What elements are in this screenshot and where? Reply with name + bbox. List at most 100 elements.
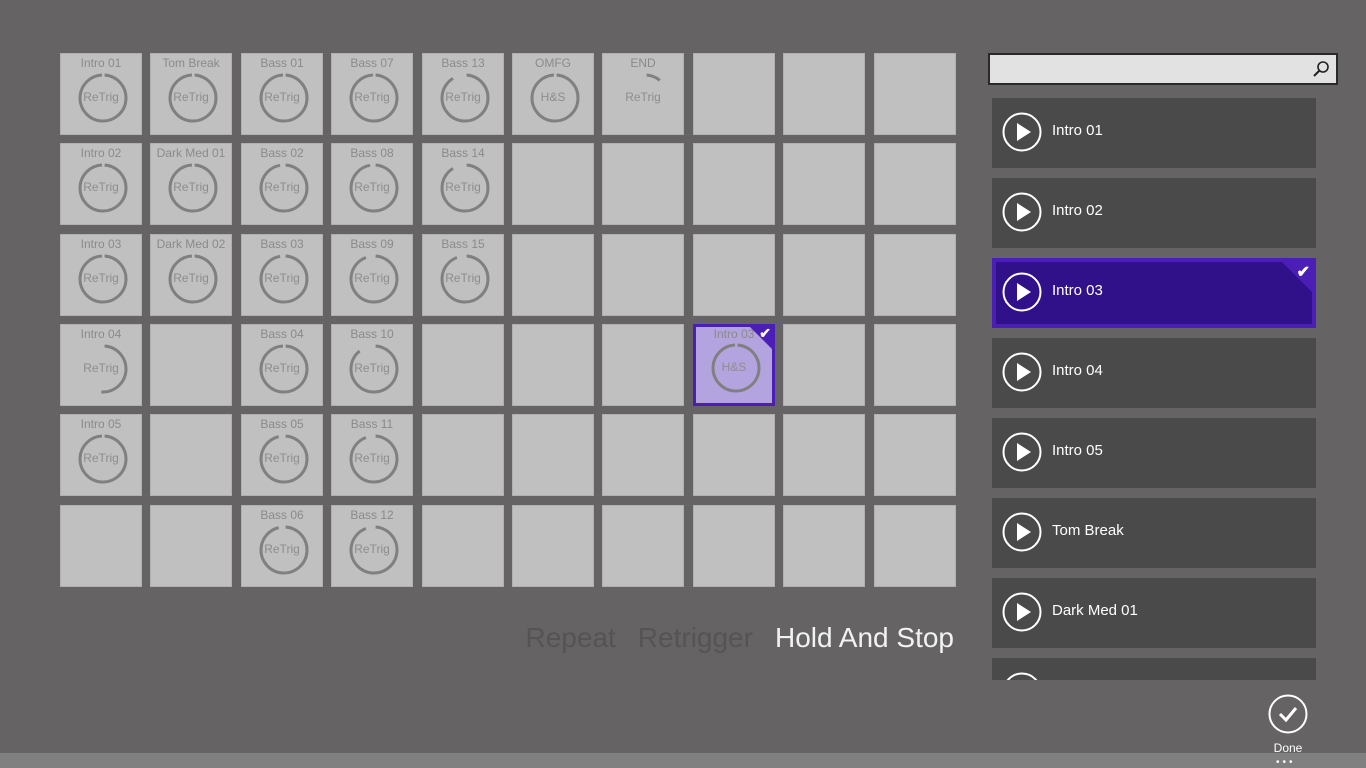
empty-pad[interactable]	[422, 414, 504, 496]
pad[interactable]: Intro 02 ReTrig	[60, 143, 142, 225]
sample-item[interactable]: Intro 04	[992, 338, 1316, 408]
sample-item[interactable]: Intro 02	[992, 178, 1316, 248]
empty-pad[interactable]	[874, 505, 956, 587]
pad-mode: ReTrig	[354, 90, 390, 104]
empty-pad[interactable]	[693, 505, 775, 587]
sample-item[interactable]: Dark Med 01	[992, 578, 1316, 648]
empty-pad[interactable]	[150, 414, 232, 496]
empty-pad[interactable]	[422, 505, 504, 587]
pad[interactable]: Bass 07 ReTrig	[331, 53, 413, 135]
pad[interactable]: Bass 13 ReTrig	[422, 53, 504, 135]
sample-item-selected[interactable]: Intro 03 ✔	[992, 258, 1316, 328]
sample-item[interactable]: Intro 05	[992, 418, 1316, 488]
search-icon[interactable]	[1312, 60, 1330, 78]
pad[interactable]: Intro 01 ReTrig	[60, 53, 142, 135]
empty-pad[interactable]	[874, 414, 956, 496]
pad-mode: ReTrig	[173, 271, 209, 285]
empty-pad[interactable]	[422, 324, 504, 406]
empty-pad[interactable]	[783, 414, 865, 496]
sample-list[interactable]: Intro 01 Intro 02 Intro 03 ✔ Intro 04 Intro 0…	[992, 98, 1316, 680]
pad-title: Intro 01	[80, 56, 122, 70]
sample-item[interactable]: Tom Break	[992, 498, 1316, 568]
search-box	[988, 53, 1338, 85]
empty-pad[interactable]	[874, 324, 956, 406]
pad[interactable]: Intro 03 ReTrig	[60, 234, 142, 316]
pad[interactable]: END ReTrig	[602, 53, 684, 135]
play-icon[interactable]	[1002, 432, 1042, 472]
pad[interactable]: Intro 05 ReTrig	[60, 414, 142, 496]
empty-pad[interactable]	[874, 143, 956, 225]
empty-pad[interactable]	[512, 143, 594, 225]
pad[interactable]: Dark Med 02 ReTrig	[150, 234, 232, 316]
empty-pad[interactable]	[60, 505, 142, 587]
pad-mode: ReTrig	[264, 542, 300, 556]
play-icon[interactable]	[1002, 192, 1042, 232]
empty-pad[interactable]	[512, 505, 594, 587]
empty-pad[interactable]	[693, 143, 775, 225]
pad-title: Bass 01	[260, 56, 304, 70]
empty-pad[interactable]	[150, 505, 232, 587]
empty-pad[interactable]	[693, 414, 775, 496]
checkmark-circle-icon	[1268, 694, 1308, 734]
empty-pad[interactable]	[783, 234, 865, 316]
pad[interactable]: Bass 15 ReTrig	[422, 234, 504, 316]
mode-hold-and-stop[interactable]: Hold And Stop	[775, 622, 954, 654]
play-icon[interactable]	[1002, 272, 1042, 312]
empty-pad[interactable]	[512, 414, 594, 496]
pad[interactable]: Bass 09 ReTrig	[331, 234, 413, 316]
pad-title: Intro 03	[80, 237, 122, 251]
pad[interactable]: Bass 14 ReTrig	[422, 143, 504, 225]
empty-pad[interactable]	[693, 53, 775, 135]
pad[interactable]: Dark Med 01 ReTrig	[150, 143, 232, 225]
mode-repeat[interactable]: Repeat	[526, 622, 616, 654]
play-icon[interactable]	[1002, 112, 1042, 152]
pad-title: Bass 15	[441, 237, 485, 251]
empty-pad[interactable]	[602, 143, 684, 225]
pad[interactable]: Bass 03 ReTrig	[241, 234, 323, 316]
pad[interactable]: Tom Break ReTrig	[150, 53, 232, 135]
pad[interactable]: Bass 12 ReTrig	[331, 505, 413, 587]
empty-pad[interactable]	[693, 234, 775, 316]
empty-pad[interactable]	[783, 505, 865, 587]
pad-selected[interactable]: Intro 03 H&S ✔	[693, 324, 775, 406]
more-icon[interactable]: •••	[1276, 757, 1296, 768]
sample-item[interactable]	[992, 658, 1316, 680]
empty-pad[interactable]	[602, 505, 684, 587]
pad[interactable]: OMFG H&S	[512, 53, 594, 135]
pad-mode: ReTrig	[625, 90, 661, 104]
pad[interactable]: Bass 01 ReTrig	[241, 53, 323, 135]
play-icon[interactable]	[1002, 512, 1042, 552]
pad[interactable]: Bass 05 ReTrig	[241, 414, 323, 496]
empty-pad[interactable]	[150, 324, 232, 406]
search-input[interactable]	[994, 57, 1308, 83]
pad[interactable]: Bass 10 ReTrig	[331, 324, 413, 406]
app-bar[interactable]	[0, 753, 1366, 768]
play-icon[interactable]	[1002, 592, 1042, 632]
empty-pad[interactable]	[602, 414, 684, 496]
pad[interactable]: Intro 04 ReTrig	[60, 324, 142, 406]
empty-pad[interactable]	[783, 53, 865, 135]
done-button[interactable]: Done	[1264, 694, 1312, 755]
play-icon[interactable]	[1002, 672, 1042, 680]
empty-pad[interactable]	[602, 324, 684, 406]
empty-pad[interactable]	[874, 234, 956, 316]
pad-mode: ReTrig	[445, 271, 481, 285]
pad-title: Bass 12	[350, 508, 394, 522]
empty-pad[interactable]	[512, 234, 594, 316]
empty-pad[interactable]	[783, 324, 865, 406]
empty-pad[interactable]	[783, 143, 865, 225]
pad-mode: ReTrig	[354, 361, 390, 375]
pad[interactable]: Bass 06 ReTrig	[241, 505, 323, 587]
pad[interactable]: Bass 04 ReTrig	[241, 324, 323, 406]
empty-pad[interactable]	[874, 53, 956, 135]
empty-pad[interactable]	[512, 324, 594, 406]
checkmark-icon: ✔	[759, 325, 771, 341]
pad[interactable]: Bass 02 ReTrig	[241, 143, 323, 225]
empty-pad[interactable]	[602, 234, 684, 316]
pad-title: END	[630, 56, 656, 70]
play-icon[interactable]	[1002, 352, 1042, 392]
mode-retrigger[interactable]: Retrigger	[638, 622, 753, 654]
pad[interactable]: Bass 11 ReTrig	[331, 414, 413, 496]
pad[interactable]: Bass 08 ReTrig	[331, 143, 413, 225]
sample-item[interactable]: Intro 01	[992, 98, 1316, 168]
